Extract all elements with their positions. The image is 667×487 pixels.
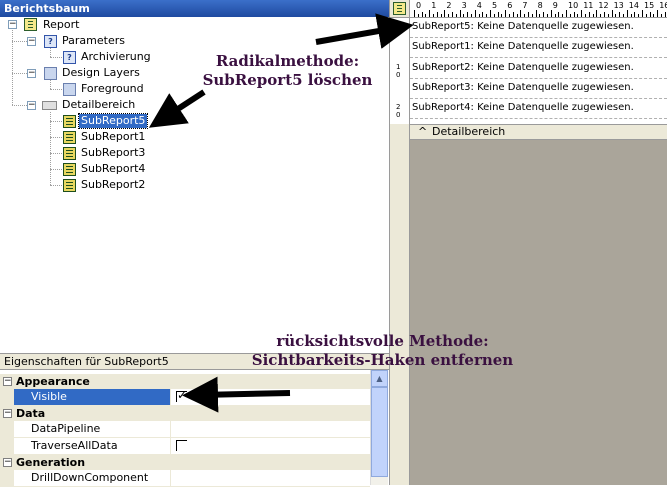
arrow-to-subreport5-icon: [148, 89, 206, 128]
arrow-to-visible-checkbox-icon: [182, 376, 291, 413]
arrow-to-designer-icon: [315, 13, 414, 49]
annotation-arrows: [148, 13, 414, 413]
